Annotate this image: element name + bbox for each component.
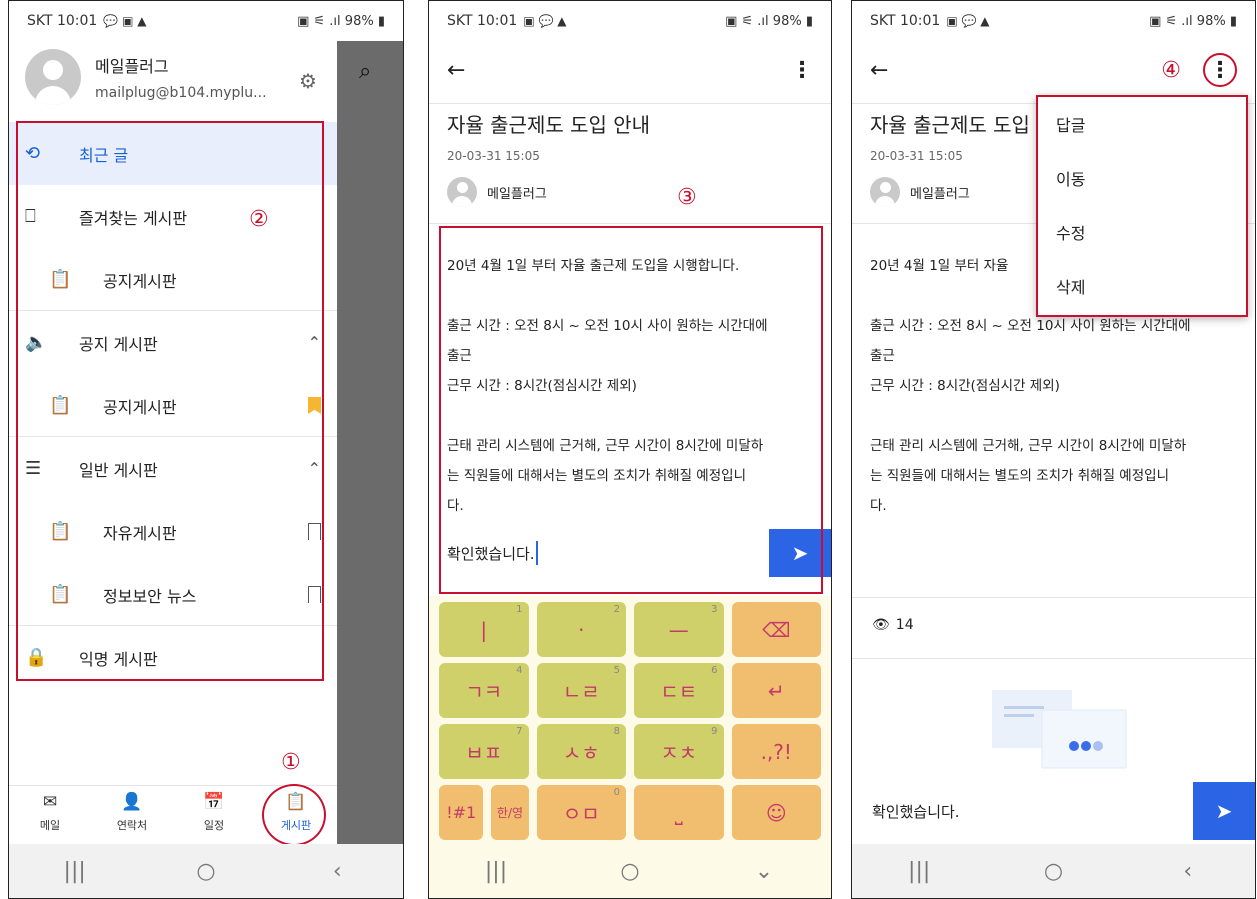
- system-nav-bar: ||| ○ ⌄: [429, 844, 831, 898]
- post-author: 메일플러그: [870, 177, 970, 207]
- notification-icons: ▣ 💬 ▲: [523, 14, 567, 28]
- avatar: [870, 177, 900, 207]
- more-vertical-icon[interactable]: ⋮: [791, 58, 813, 83]
- menu-item-move[interactable]: 이동: [1038, 151, 1246, 205]
- scrim-overlay[interactable]: ⌕: [337, 41, 403, 846]
- status-battery: ▣ ⚟ .ıl 98% ▮: [297, 13, 385, 29]
- status-bar: SKT 10:01 💬 ▣ ▲ ▣ ⚟ .ıl 98% ▮: [9, 1, 403, 41]
- key[interactable]: ㅈㅊ 9: [634, 724, 724, 779]
- back-arrow-icon[interactable]: ←: [447, 58, 465, 83]
- status-battery: ▣ ⚟ .ıl 98% ▮: [725, 13, 813, 29]
- reply-bar: 확인했습니다. ➤: [852, 782, 1255, 840]
- more-vertical-icon[interactable]: ⋮: [1203, 53, 1237, 87]
- back-icon[interactable]: ‹: [1158, 859, 1218, 884]
- home-icon[interactable]: ○: [600, 859, 660, 884]
- status-bar: SKT 10:01 ▣ 💬 ▲ ▣ ⚟ .ıl 98% ▮: [852, 1, 1255, 41]
- key[interactable]: ㅇㅁ 0: [536, 785, 626, 840]
- key[interactable]: | 1: [439, 602, 529, 657]
- divider: [852, 658, 1255, 659]
- avatar[interactable]: [25, 49, 81, 105]
- post-title: 자율 출근제도 도입: [870, 113, 1030, 137]
- home-icon[interactable]: ○: [176, 859, 236, 884]
- mail-icon: ✉: [42, 792, 58, 812]
- reply-input[interactable]: 확인했습니다.: [852, 801, 960, 822]
- gear-icon[interactable]: ⚙: [299, 69, 317, 93]
- recent-apps-icon[interactable]: |||: [466, 859, 526, 884]
- profile-name: 메일플러그: [95, 57, 169, 76]
- annotation-box-3: [439, 226, 823, 594]
- view-count: 👁 14: [872, 617, 914, 633]
- top-app-bar: ← ⋮: [429, 41, 831, 99]
- top-app-bar: ← ④ ⋮: [852, 41, 1255, 99]
- empty-comments-illustration: [992, 690, 1127, 769]
- tab-mail[interactable]: ✉ 메일: [22, 792, 78, 833]
- send-icon: ➤: [1215, 799, 1233, 823]
- status-bar: SKT 10:01 ▣ 💬 ▲ ▣ ⚟ .ıl 98% ▮: [429, 1, 831, 41]
- annotation-box-2: [16, 121, 324, 681]
- key[interactable]: ㅅㅎ 8: [536, 724, 626, 779]
- menu-item-reply[interactable]: 답글: [1038, 97, 1246, 151]
- profile-email: mailplug@b104.myplu...: [95, 85, 267, 101]
- annotation-number-1: ①: [281, 750, 301, 775]
- key[interactable]: · 2: [536, 602, 626, 657]
- status-time: SKT 10:01: [870, 13, 941, 29]
- system-nav-bar: ||| ○ ‹: [852, 844, 1255, 898]
- key[interactable]: —3: [634, 602, 724, 657]
- divider: [429, 223, 831, 224]
- recent-apps-icon[interactable]: |||: [45, 859, 105, 884]
- space-key[interactable]: ⎵: [634, 785, 724, 840]
- key[interactable]: ㄷㅌ 6: [634, 663, 724, 718]
- menu-item-edit[interactable]: 수정: [1038, 205, 1246, 259]
- back-arrow-icon[interactable]: ←: [870, 58, 888, 83]
- hide-keyboard-icon[interactable]: ⌄: [734, 859, 794, 884]
- post-reply-screen: SKT 10:01 ▣ 💬 ▲ ▣ ⚟ .ıl 98% ▮ ← ⋮ 자율 출근제…: [428, 0, 832, 899]
- post-author: 메일플러그: [447, 177, 547, 207]
- status-time: SKT 10:01: [447, 13, 518, 29]
- annotation-circle-1: [262, 784, 326, 846]
- key-group: !#1 한/영: [439, 785, 529, 840]
- send-button[interactable]: ➤: [1193, 782, 1255, 840]
- post-menu-screen: SKT 10:01 ▣ 💬 ▲ ▣ ⚟ .ıl 98% ▮ ← ④ ⋮ 자율 출…: [851, 0, 1256, 899]
- system-nav-bar: ||| ○ ‹: [9, 844, 403, 898]
- overflow-menu: 답글 이동 수정 삭제: [1036, 95, 1248, 317]
- annotation-number-3: ③: [677, 185, 697, 210]
- language-key[interactable]: 한/영: [491, 785, 529, 840]
- key[interactable]: ㄴㄹ 5: [536, 663, 626, 718]
- search-icon[interactable]: ⌕: [359, 59, 371, 84]
- contacts-icon: 👤: [121, 792, 143, 812]
- notification-icons: 💬 ▣ ▲: [103, 14, 147, 28]
- divider: [852, 597, 1255, 598]
- annotation-number-4: ④: [1161, 57, 1181, 83]
- profile-header: 메일플러그 mailplug@b104.myplu...: [25, 49, 267, 105]
- calendar-icon: 📅: [203, 792, 225, 812]
- recent-apps-icon[interactable]: |||: [889, 859, 949, 884]
- post-title: 자율 출근제도 도입 안내: [447, 113, 651, 137]
- notification-icons: ▣ 💬 ▲: [946, 14, 990, 28]
- tab-contacts[interactable]: 👤 연락처: [104, 792, 160, 833]
- punctuation-key[interactable]: .,?!: [731, 724, 821, 779]
- emoji-key[interactable]: ☺: [731, 785, 821, 840]
- menu-item-delete[interactable]: 삭제: [1038, 259, 1246, 313]
- eye-icon: 👁: [872, 617, 890, 633]
- home-icon[interactable]: ○: [1023, 859, 1083, 884]
- key[interactable]: ㄱㅋ 4: [439, 663, 529, 718]
- enter-key[interactable]: ↵: [731, 663, 821, 718]
- status-time: SKT 10:01: [27, 13, 98, 29]
- backspace-key[interactable]: ⌫: [731, 602, 821, 657]
- drawer-screen: SKT 10:01 💬 ▣ ▲ ▣ ⚟ .ıl 98% ▮ 메일플러그 mail…: [8, 0, 404, 899]
- keyboard: | 1 · 2 —3 ⌫ ㄱㅋ 4 ㄴㄹ 5 ㄷㅌ 6 ↵ ㅂㅍ 7 ㅅㅎ 8 ㅈㅊ 9 .,?…: [429, 596, 831, 846]
- divider: [429, 103, 831, 104]
- tab-calendar[interactable]: 📅 일정: [186, 792, 242, 833]
- back-icon[interactable]: ‹: [307, 859, 367, 884]
- annotation-number-2: ②: [249, 207, 269, 232]
- symbol-key[interactable]: !#1: [439, 785, 484, 840]
- status-battery: ▣ ⚟ .ıl 98% ▮: [1149, 13, 1237, 29]
- post-date: 20-03-31 15:05: [870, 149, 963, 163]
- key[interactable]: ㅂㅍ 7: [439, 724, 529, 779]
- post-date: 20-03-31 15:05: [447, 149, 540, 163]
- avatar: [447, 177, 477, 207]
